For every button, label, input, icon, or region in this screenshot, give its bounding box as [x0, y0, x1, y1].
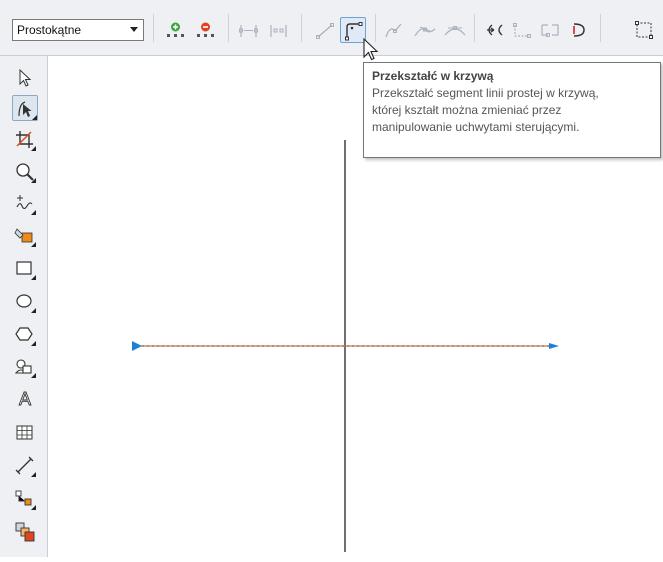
connector-tool-icon [15, 490, 36, 510]
stretch-scale-nodes-icon [635, 21, 653, 39]
interactive-fill-tool-icon [15, 522, 35, 542]
reverse-direction-button[interactable] [481, 17, 507, 43]
zoom-tool-button[interactable] [12, 159, 38, 185]
convert-to-line-icon [316, 23, 334, 39]
tooltip-title: Przekształć w krzywą [372, 69, 494, 83]
pick-tool-icon [19, 68, 32, 87]
freehand-tool-icon [16, 195, 36, 215]
ellipse-tool-button[interactable] [12, 289, 38, 315]
crop-tool-button[interactable] [12, 127, 38, 153]
symmetrical-node-icon [444, 26, 466, 36]
extract-subpath-icon [541, 24, 559, 37]
add-node-button[interactable] [163, 17, 189, 43]
convert-to-line-button[interactable] [312, 17, 338, 43]
node-type-dropdown[interactable]: Prostokątne [12, 19, 144, 41]
smart-fill-tool-icon [14, 228, 36, 247]
shape-tool-button[interactable] [12, 95, 38, 121]
crop-tool-icon [16, 131, 36, 151]
toolbar-separator [301, 14, 302, 42]
interactive-fill-tool-button[interactable] [12, 519, 38, 545]
zoom-tool-icon [16, 163, 36, 183]
rectangle-tool-icon [16, 261, 36, 280]
join-nodes-icon [239, 25, 258, 37]
node-type-value: Prostokątne [17, 23, 82, 37]
polygon-tool-button[interactable] [12, 322, 38, 348]
extend-curve-to-close-icon [513, 23, 531, 38]
cusp-node-button[interactable] [382, 17, 408, 43]
chevron-down-icon[interactable] [130, 27, 138, 32]
end-node-marker[interactable] [549, 343, 559, 349]
toolbar-separator [474, 14, 475, 42]
freehand-tool-button[interactable] [12, 191, 38, 217]
property-bar: Prostokątne [0, 0, 663, 56]
mouse-pointer-icon [363, 37, 379, 61]
table-tool-icon [16, 425, 33, 440]
polygon-tool-icon [15, 327, 36, 346]
dimension-tool-icon [15, 456, 36, 477]
close-curve-icon [573, 23, 585, 37]
extend-curve-button[interactable] [509, 17, 535, 43]
start-node-marker[interactable] [132, 341, 142, 351]
smart-fill-tool-button[interactable] [12, 223, 38, 249]
toolbar-separator [228, 14, 229, 42]
delete-node-button[interactable] [193, 17, 219, 43]
extract-subpath-button[interactable] [537, 17, 563, 43]
symmetrical-node-button[interactable] [442, 17, 468, 43]
rectangle-tool-button[interactable] [12, 256, 38, 282]
table-tool-button[interactable] [12, 420, 38, 446]
text-tool-button[interactable]: A [12, 386, 38, 412]
connector-tool-button[interactable] [12, 486, 38, 512]
break-curve-icon [270, 25, 287, 37]
text-tool-glyph: A [19, 389, 31, 409]
toolbar-separator [600, 14, 601, 42]
add-node-icon [167, 22, 184, 37]
smooth-node-icon [414, 26, 436, 37]
pick-tool-button[interactable] [12, 65, 38, 91]
break-curve-button[interactable] [266, 17, 292, 43]
stretch-scale-nodes-button[interactable] [632, 17, 658, 43]
basic-shapes-tool-button[interactable] [12, 354, 38, 380]
toolbox: A [0, 56, 48, 557]
join-nodes-button[interactable] [236, 17, 262, 43]
tooltip: Przekształć w krzywą Przekształć segment… [363, 62, 661, 158]
cusp-node-icon [385, 23, 402, 38]
toolbar-separator [153, 14, 154, 42]
text-tool-icon: A [19, 389, 32, 410]
smooth-node-button[interactable] [412, 17, 438, 43]
delete-node-icon [197, 22, 214, 37]
dimension-tool-button[interactable] [12, 453, 38, 479]
tooltip-line: manipulowanie uchwytami sterującymi. [372, 120, 580, 134]
ellipse-tool-icon [16, 294, 36, 313]
close-curve-button[interactable] [565, 17, 591, 43]
basic-shapes-tool-icon [14, 359, 36, 378]
tooltip-line: Przekształć segment linii prostej w krzy… [372, 86, 599, 100]
reverse-direction-icon [487, 24, 503, 36]
tooltip-line: której kształt można zmieniać przez [372, 103, 562, 117]
shape-tool-icon [18, 101, 37, 120]
